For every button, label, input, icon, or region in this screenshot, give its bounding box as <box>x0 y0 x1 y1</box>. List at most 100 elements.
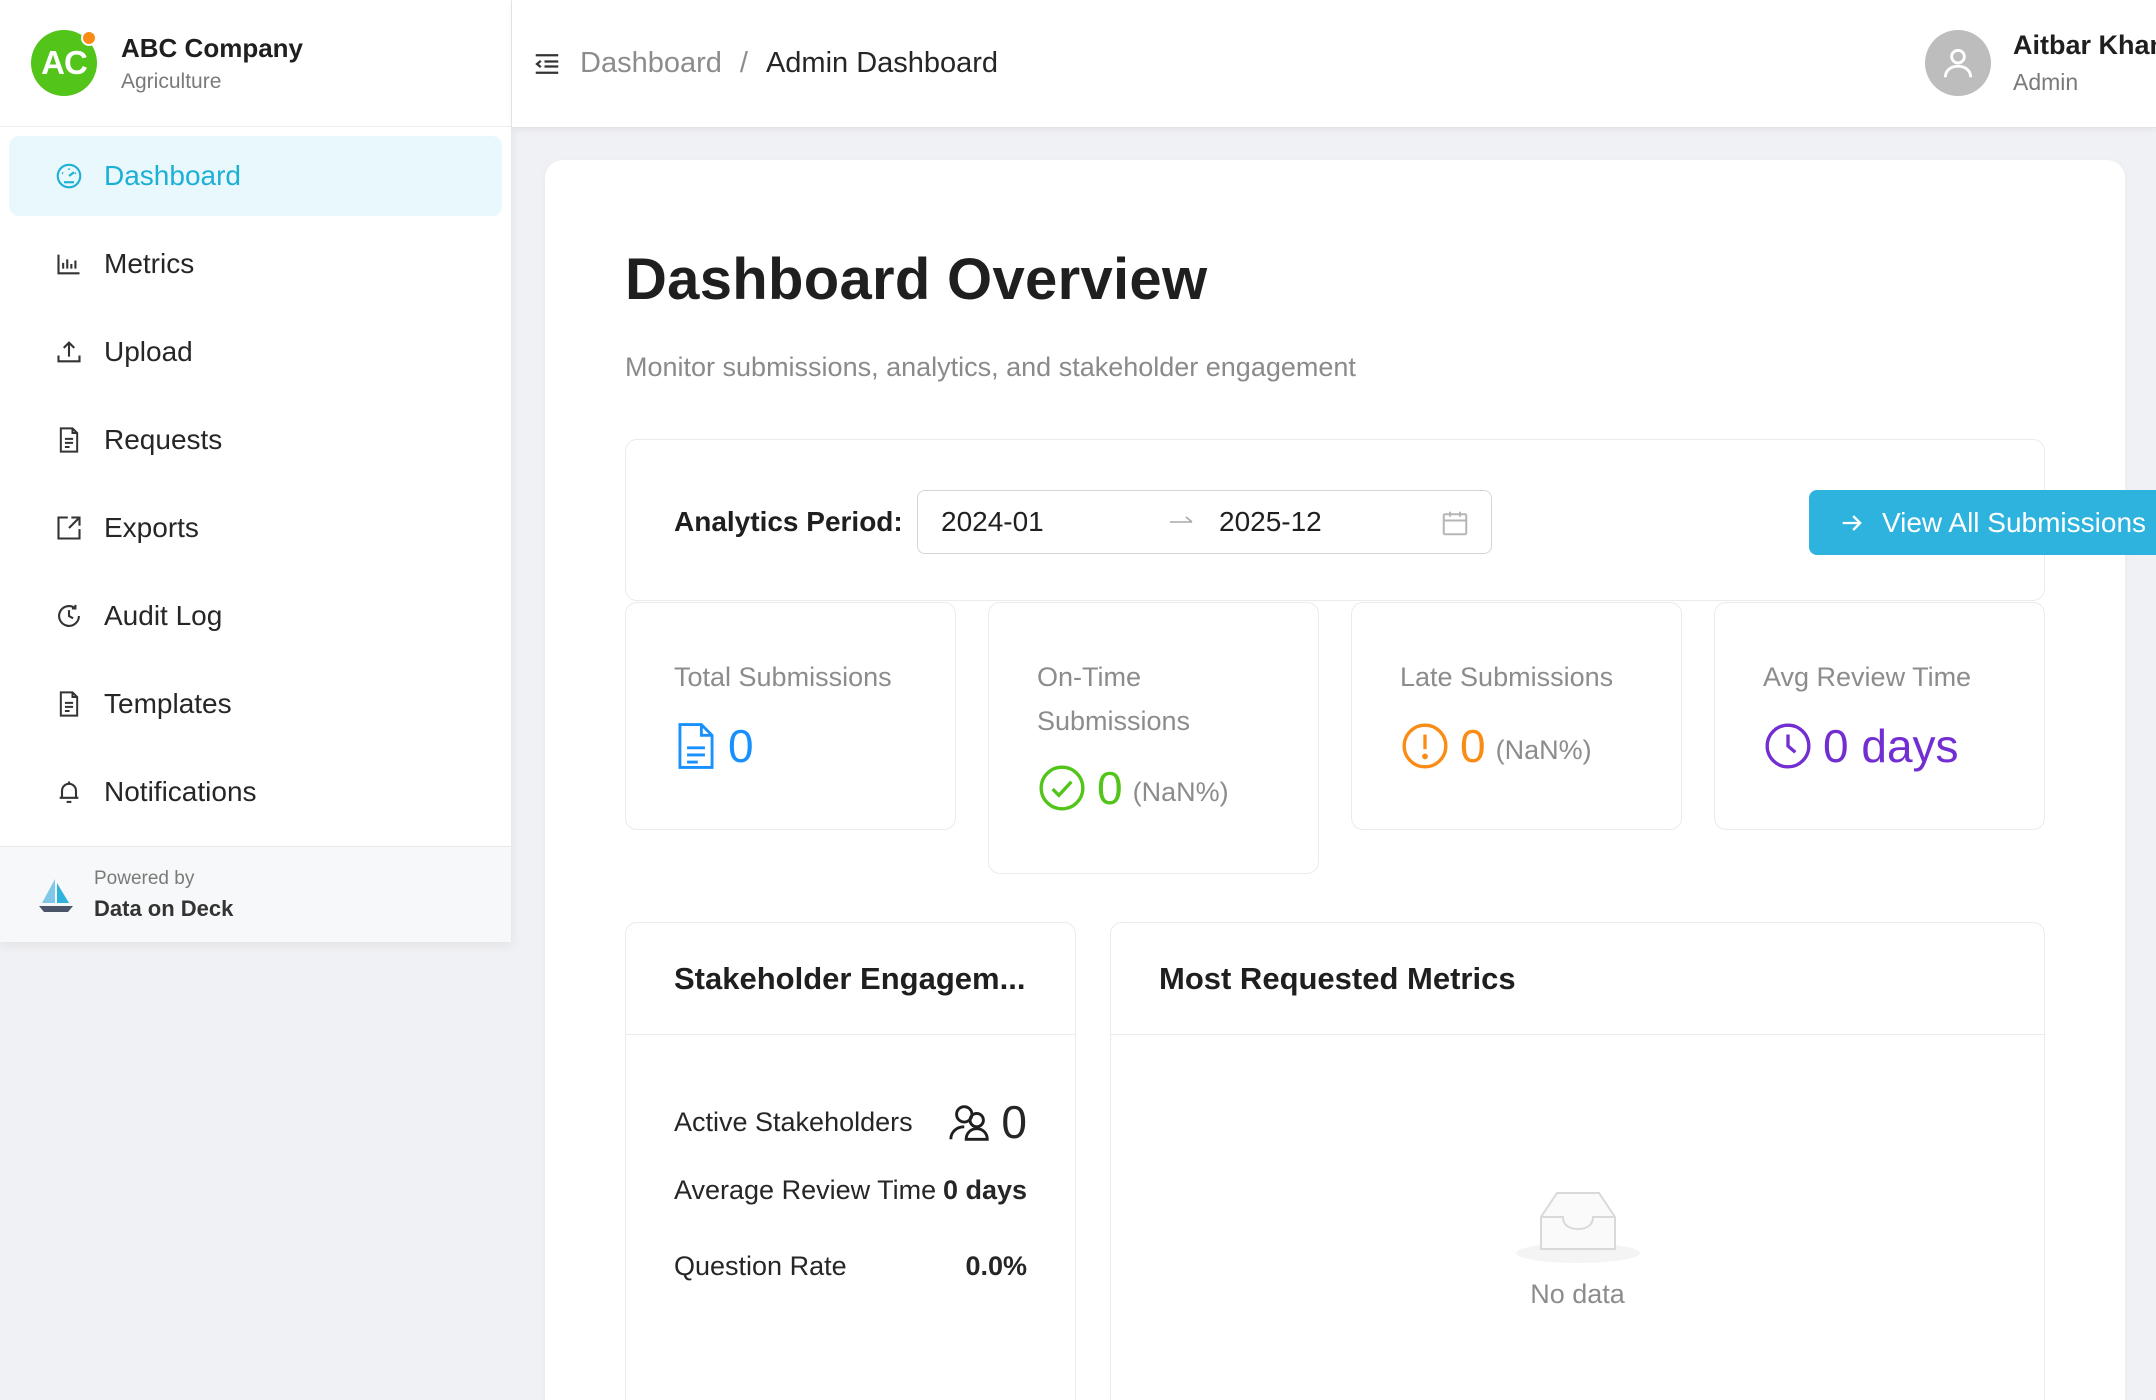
stat-ontime-submissions: On-Time Submissions 0 (NaN%) <box>988 602 1319 874</box>
empty-inbox-icon <box>1513 1181 1643 1265</box>
stakeholder-engagement-panel: Stakeholder Engagem... Active Stakeholde… <box>625 922 1076 1400</box>
analytics-period-label: Analytics Period: <box>674 506 903 537</box>
user-icon <box>1939 44 1977 82</box>
sidebar-item-exports[interactable]: Exports <box>9 488 502 568</box>
brand[interactable]: AC ABC Company Agriculture <box>0 0 511 127</box>
date-range-picker[interactable]: 2024-01 2025-12 <box>917 490 1492 554</box>
export-icon <box>54 513 84 543</box>
sidebar-item-requests[interactable]: Requests <box>9 400 502 480</box>
stat-value-row: 0 days <box>1763 721 1959 771</box>
top-header: Dashboard / Admin Dashboard Aitbar Khan … <box>512 0 2156 128</box>
calendar-icon <box>1440 508 1470 538</box>
brand-logo-text: AC <box>41 44 88 81</box>
history-icon <box>54 601 84 631</box>
notification-dot-icon <box>81 30 97 46</box>
question-rate-row: Question Rate 0.0% <box>674 1251 1027 1282</box>
sidebar-item-label: Notifications <box>104 776 257 807</box>
avatar <box>1925 30 1991 96</box>
empty-state-text: No data <box>1530 1279 1625 1309</box>
team-icon <box>947 1099 993 1145</box>
main-content: Dashboard Overview Monitor submissions, … <box>545 160 2156 1400</box>
sidebar-item-audit-log[interactable]: Audit Log <box>9 576 502 656</box>
upload-icon <box>54 337 84 367</box>
user-role: Admin <box>2013 69 2079 95</box>
range-start-input[interactable]: 2024-01 <box>941 506 1044 538</box>
active-stakeholders-value: 0 <box>1001 1096 1027 1148</box>
active-stakeholders-label: Active Stakeholders <box>674 1106 913 1137</box>
stat-total-submissions: Total Submissions 0 <box>625 602 956 830</box>
sidebar-nav: Dashboard Metrics Upload Requests Export… <box>0 127 511 832</box>
question-rate-label: Question Rate <box>674 1251 847 1281</box>
view-all-submissions-label: View All Submissions <box>1881 506 2147 538</box>
sidebar-item-metrics[interactable]: Metrics <box>9 224 502 304</box>
panel-header: Most Requested Metrics <box>1111 923 2044 1035</box>
sailboat-logo-icon <box>36 875 76 915</box>
sidebar-item-label: Audit Log <box>104 600 223 631</box>
bell-icon <box>54 777 84 807</box>
stat-value: 0 <box>1460 720 1486 772</box>
clock-icon <box>1763 721 1813 771</box>
stat-avg-review-time: Avg Review Time 0 days <box>1714 602 2045 830</box>
stat-late-submissions: Late Submissions 0 (NaN%) <box>1351 602 1682 830</box>
sidebar-item-label: Exports <box>104 512 199 543</box>
stat-percentage: (NaN%) <box>1495 734 1592 765</box>
dashboard-icon <box>54 161 84 191</box>
sidebar-item-label: Upload <box>104 336 193 367</box>
arrow-right-icon <box>1838 509 1882 537</box>
average-review-time-value: 0 days <box>942 1175 1027 1205</box>
average-review-time-row: Average Review Time 0 days <box>674 1175 1027 1206</box>
stat-title: Late Submissions <box>1400 662 1614 692</box>
arrow-right-icon <box>1168 509 1196 533</box>
view-all-submissions-button[interactable]: View All Submissions <box>1809 490 2156 555</box>
stat-value-row: 0 <box>674 721 754 771</box>
document-icon <box>54 425 84 455</box>
sidebar-item-label: Requests <box>104 424 223 455</box>
sidebar-item-upload[interactable]: Upload <box>9 312 502 392</box>
file-icon <box>674 721 718 771</box>
document-icon <box>54 689 84 719</box>
sidebar-item-dashboard[interactable]: Dashboard <box>9 136 502 216</box>
stat-value: 0 <box>728 720 754 772</box>
powered-by-label: Powered by <box>94 867 195 889</box>
panel-title: Most Requested Metrics <box>1159 960 1516 996</box>
range-end-input[interactable]: 2025-12 <box>1219 506 1322 538</box>
sidebar-item-label: Dashboard <box>104 160 241 191</box>
powered-by-footer[interactable]: Powered by Data on Deck <box>0 846 511 942</box>
sidebar-item-label: Templates <box>104 688 232 719</box>
powered-by-name: Data on Deck <box>94 895 234 921</box>
question-rate-value: 0.0% <box>965 1251 1027 1281</box>
stat-value: 0 <box>1097 762 1123 814</box>
company-sector: Agriculture <box>121 69 222 93</box>
most-requested-metrics-panel: Most Requested Metrics No data <box>1110 922 2045 1400</box>
empty-state: No data <box>1111 1181 2044 1310</box>
stat-percentage: (NaN%) <box>1132 776 1229 807</box>
average-review-time-label: Average Review Time <box>674 1175 937 1205</box>
stat-value: 0 days <box>1823 720 1959 772</box>
breadcrumb-link-dashboard[interactable]: Dashboard <box>580 47 722 80</box>
brand-logo: AC <box>31 30 97 96</box>
page-subtitle: Monitor submissions, analytics, and stak… <box>625 352 1356 382</box>
sidebar-item-notifications[interactable]: Notifications <box>9 752 502 832</box>
breadcrumb-separator: / <box>739 47 748 79</box>
stat-value-row: 0 (NaN%) <box>1037 763 1229 813</box>
company-name: ABC Company <box>121 32 304 63</box>
panel-title: Stakeholder Engagem... <box>674 960 1026 996</box>
active-stakeholders-row: Active Stakeholders 0 <box>674 1095 1027 1149</box>
check-circle-icon <box>1037 763 1087 813</box>
user-name: Aitbar Khan <box>2013 30 2156 60</box>
sidebar: AC ABC Company Agriculture Dashboard Met… <box>0 0 512 942</box>
bar-chart-icon <box>54 249 84 279</box>
breadcrumb-current: Admin Dashboard <box>765 47 999 79</box>
exclamation-circle-icon <box>1400 721 1450 771</box>
stat-title: On-Time Submissions <box>1037 662 1191 736</box>
stat-title: Avg Review Time <box>1763 662 1972 692</box>
stat-value-row: 0 (NaN%) <box>1400 721 1592 771</box>
sidebar-item-label: Metrics <box>104 248 195 279</box>
user-menu[interactable]: Aitbar Khan Admin <box>1925 30 2156 96</box>
panel-header: Stakeholder Engagem... <box>626 923 1075 1035</box>
analytics-period-card: Analytics Period: 2024-01 2025-12 View A… <box>625 439 2156 601</box>
sidebar-item-templates[interactable]: Templates <box>9 664 502 744</box>
menu-fold-icon[interactable] <box>530 47 564 81</box>
active-stakeholders-value-group: 0 <box>947 1095 1027 1149</box>
stat-title: Total Submissions <box>674 662 892 692</box>
